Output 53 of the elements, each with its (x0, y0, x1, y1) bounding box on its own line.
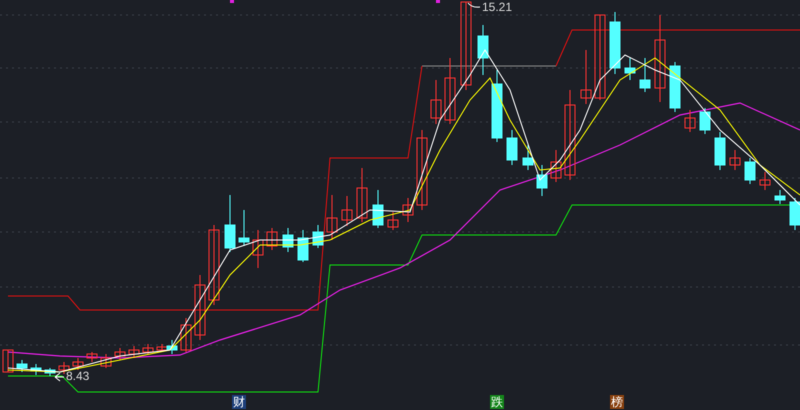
candlestick (100, 354, 112, 368)
candlestick (430, 80, 442, 124)
event-marker[interactable]: 跌 (490, 395, 504, 409)
candlestick (312, 224, 324, 248)
high-price-label: 15.21 (482, 0, 512, 14)
candlestick (714, 132, 726, 170)
candlestick (774, 190, 786, 204)
low-price-label: 8.43 (66, 369, 90, 383)
candlestick (372, 190, 384, 228)
candlestick (224, 194, 236, 252)
candlestick (72, 358, 84, 370)
event-marker[interactable]: 财 (232, 395, 246, 409)
candlestick (282, 228, 294, 252)
candlestick (356, 168, 368, 222)
candlestick (2, 350, 14, 372)
candlestick (744, 158, 756, 184)
pointer-arrow (54, 372, 64, 382)
candlestick (700, 108, 710, 134)
candlestick (16, 360, 28, 372)
candlestick (730, 150, 740, 170)
candlestick (298, 230, 308, 262)
candlestick (580, 50, 592, 104)
candlestick (194, 274, 206, 340)
marker-square (436, 0, 440, 3)
candlestick (610, 12, 620, 74)
candlestick (342, 196, 352, 226)
candlestick (142, 344, 154, 354)
candlestick (478, 24, 488, 76)
candlestick (44, 368, 56, 376)
candlestick (670, 62, 680, 112)
candlestick (252, 230, 264, 268)
candlestick (402, 198, 414, 222)
candlestick (238, 210, 250, 246)
candlestick (30, 364, 42, 376)
candlestick (128, 346, 140, 358)
marker-square (230, 0, 234, 3)
candlestick (444, 58, 456, 124)
candlestick (522, 144, 534, 170)
candlestick (536, 164, 548, 196)
candlestick (180, 318, 192, 352)
candlestick (624, 58, 636, 80)
event-marker[interactable]: 榜 (610, 395, 624, 409)
candlestick (640, 58, 650, 92)
candlestick (760, 172, 770, 190)
candlestick (388, 212, 398, 230)
candlestick (266, 228, 278, 250)
candlestick (326, 194, 338, 240)
candlestick (114, 348, 126, 360)
candlestick (550, 150, 562, 182)
candlestick (86, 352, 98, 362)
candlestick (684, 110, 696, 132)
candlestick (506, 130, 518, 166)
candlestick (790, 198, 800, 230)
